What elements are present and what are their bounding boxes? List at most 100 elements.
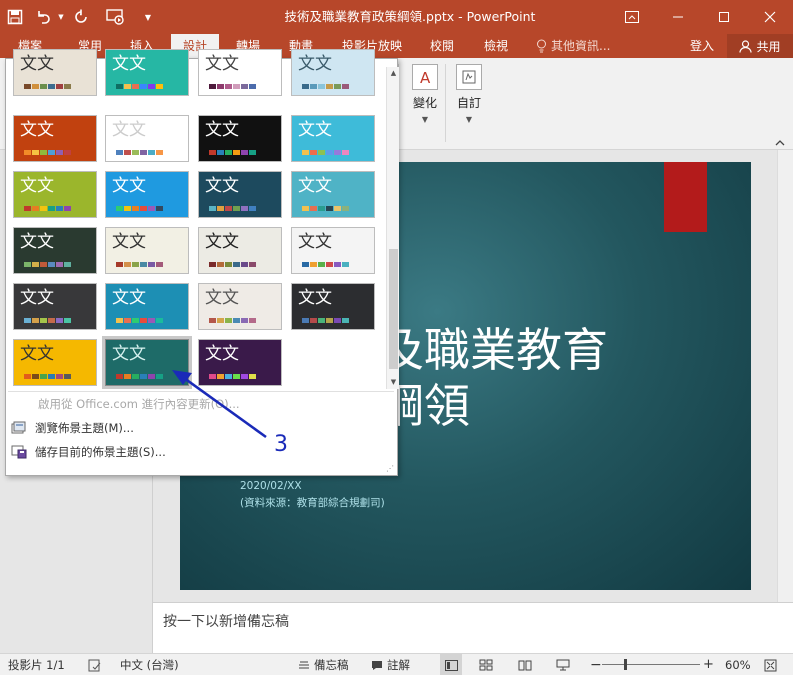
theme-thumbnail-text: 文文 [112, 120, 146, 140]
gallery-scrollbar[interactable]: ▲ ▼ [386, 67, 399, 389]
zoom-in-button[interactable]: + [703, 654, 714, 675]
chevron-up-icon[interactable]: ▲ [387, 67, 400, 80]
share-button[interactable]: 共用 [727, 34, 793, 58]
theme-thumbnail-text: 文文 [20, 288, 54, 308]
theme-color-swatches [302, 206, 349, 211]
theme-thumbnail[interactable]: 文文 [105, 283, 189, 330]
customize-label: 自訂 [456, 96, 481, 110]
undo-dropdown-button[interactable]: ▼ [56, 0, 66, 34]
language-indicator[interactable]: 中文 (台灣) [120, 654, 179, 675]
zoom-out-button[interactable]: − [590, 654, 602, 675]
lightbulb-icon [537, 39, 546, 53]
theme-thumbnail[interactable]: 文文 [105, 49, 189, 96]
customize-button[interactable]: 自訂 ▼ [452, 64, 486, 124]
tell-me-box[interactable]: 其他資訊... [536, 34, 610, 58]
theme-thumbnail[interactable]: 文文 [13, 339, 97, 386]
theme-color-swatches [116, 262, 163, 267]
enable-office-updates-item[interactable]: 啟用從 Office.com 進行內容更新(O)... [38, 393, 240, 415]
theme-thumbnail[interactable]: 文文 [198, 49, 282, 96]
customize-icon [456, 64, 482, 90]
theme-thumbnail-text: 文文 [20, 232, 54, 252]
normal-view-button[interactable] [440, 654, 462, 675]
undo-button[interactable] [30, 0, 56, 34]
theme-gallery-dropdown: 文文 文文 文文 文文 文文 文文 文文 文文 文文 文文 文文 文文 文文 文文 文文 文文 文文 文文 文文 文文… [5, 49, 399, 476]
zoom-slider-thumb[interactable] [624, 659, 627, 670]
theme-thumbnail[interactable]: 文文 [13, 171, 97, 218]
maximize-button[interactable] [701, 0, 747, 34]
collapse-ribbon-button[interactable] [775, 138, 785, 149]
theme-thumbnail-text: 文文 [298, 232, 332, 252]
theme-thumbnail[interactable]: 文文 [105, 227, 189, 274]
ribbon-display-options-button[interactable] [609, 0, 655, 34]
variants-button[interactable]: A 變化 ▼ [408, 64, 442, 124]
theme-thumbnail[interactable]: 文文 [198, 115, 282, 162]
notes-pane[interactable]: 按一下以新增備忘稿 [153, 602, 793, 653]
window-controls [609, 0, 793, 34]
save-current-theme-item[interactable]: 儲存目前的佈景主題(S)... [11, 441, 166, 463]
zoom-slider[interactable] [602, 654, 700, 675]
save-button[interactable] [0, 0, 30, 34]
chevron-down-icon[interactable]: ▼ [387, 376, 400, 389]
slide-subtitle[interactable]: 2020/02/XX (資料來源：教育部綜合規劃司) [240, 478, 385, 512]
theme-color-swatches [209, 262, 256, 267]
theme-thumbnail[interactable]: 文文 [105, 115, 189, 162]
tab-review[interactable]: 校閱 [420, 34, 464, 58]
window-title: 技術及職業教育政策綱領.pptx - PowerPoint [284, 9, 536, 24]
tab-view[interactable]: 檢視 [474, 34, 518, 58]
theme-thumbnail[interactable]: 文文 [198, 227, 282, 274]
sign-in-link[interactable]: 登入 [690, 34, 714, 58]
theme-thumbnail-text: 文文 [20, 176, 54, 196]
theme-thumbnail[interactable]: 文文 [13, 227, 97, 274]
zoom-level[interactable]: 60% [725, 654, 751, 675]
theme-color-swatches [116, 150, 163, 155]
theme-thumbnail[interactable]: 文文 [198, 283, 282, 330]
theme-thumbnail-text: 文文 [298, 120, 332, 140]
spellcheck-button[interactable] [88, 654, 102, 675]
theme-thumbnail[interactable]: 文文 [198, 171, 282, 218]
chevron-down-icon: ▼ [465, 115, 473, 124]
theme-color-swatches [24, 150, 71, 155]
resize-grip-icon[interactable]: ⋰ [386, 464, 394, 473]
theme-thumbnail[interactable]: 文文 [102, 336, 192, 389]
variants-label: 變化 [412, 96, 437, 110]
theme-thumbnail[interactable]: 文文 [291, 171, 375, 218]
status-bar: 投影片 1/1 中文 (台灣) 備忘稿 註解 − + 60% [0, 653, 793, 675]
slide-accent-tab [664, 162, 707, 232]
gallery-scroll-thumb[interactable] [389, 249, 398, 369]
theme-color-swatches [209, 150, 256, 155]
slideshow-view-button[interactable] [556, 654, 570, 675]
theme-thumbnail[interactable]: 文文 [13, 115, 97, 162]
reading-view-button[interactable] [518, 654, 532, 675]
browse-folder-icon [11, 421, 26, 434]
theme-color-swatches [24, 374, 71, 379]
slide-sorter-button[interactable] [479, 654, 493, 675]
theme-color-swatches [302, 262, 349, 267]
theme-color-swatches [209, 84, 256, 89]
theme-color-swatches [24, 262, 71, 267]
customize-qat-button[interactable]: ▼ [136, 0, 160, 34]
start-from-beginning-button[interactable] [96, 0, 136, 34]
theme-thumbnail[interactable]: 文文 [13, 283, 97, 330]
person-icon [739, 39, 753, 53]
close-button[interactable] [747, 0, 793, 34]
comments-label: 註解 [387, 658, 410, 672]
comments-button[interactable]: 註解 [371, 654, 410, 675]
slide-date: 2020/02/XX [240, 480, 302, 492]
redo-button[interactable] [66, 0, 96, 34]
theme-thumbnail[interactable]: 文文 [291, 227, 375, 274]
zoom-slider-track [602, 654, 700, 675]
fit-to-window-button[interactable] [764, 654, 777, 675]
theme-thumbnail[interactable]: 文文 [198, 339, 282, 386]
notes-toggle-button[interactable]: 備忘稿 [298, 654, 349, 675]
theme-thumbnail[interactable]: 文文 [105, 171, 189, 218]
browse-themes-item[interactable]: 瀏覽佈景主題(M)... [11, 417, 134, 439]
minimize-button[interactable] [655, 0, 701, 34]
tell-me-label: 其他資訊... [551, 39, 611, 53]
theme-thumbnail[interactable]: 文文 [291, 115, 375, 162]
theme-thumbnail[interactable]: 文文 [291, 283, 375, 330]
theme-thumbnail[interactable]: 文文 [291, 49, 375, 96]
theme-color-swatches [24, 318, 71, 323]
theme-thumbnail[interactable]: 文文 [13, 49, 97, 96]
vertical-scrollbar[interactable] [777, 150, 793, 602]
variants-icon: A [412, 64, 438, 90]
